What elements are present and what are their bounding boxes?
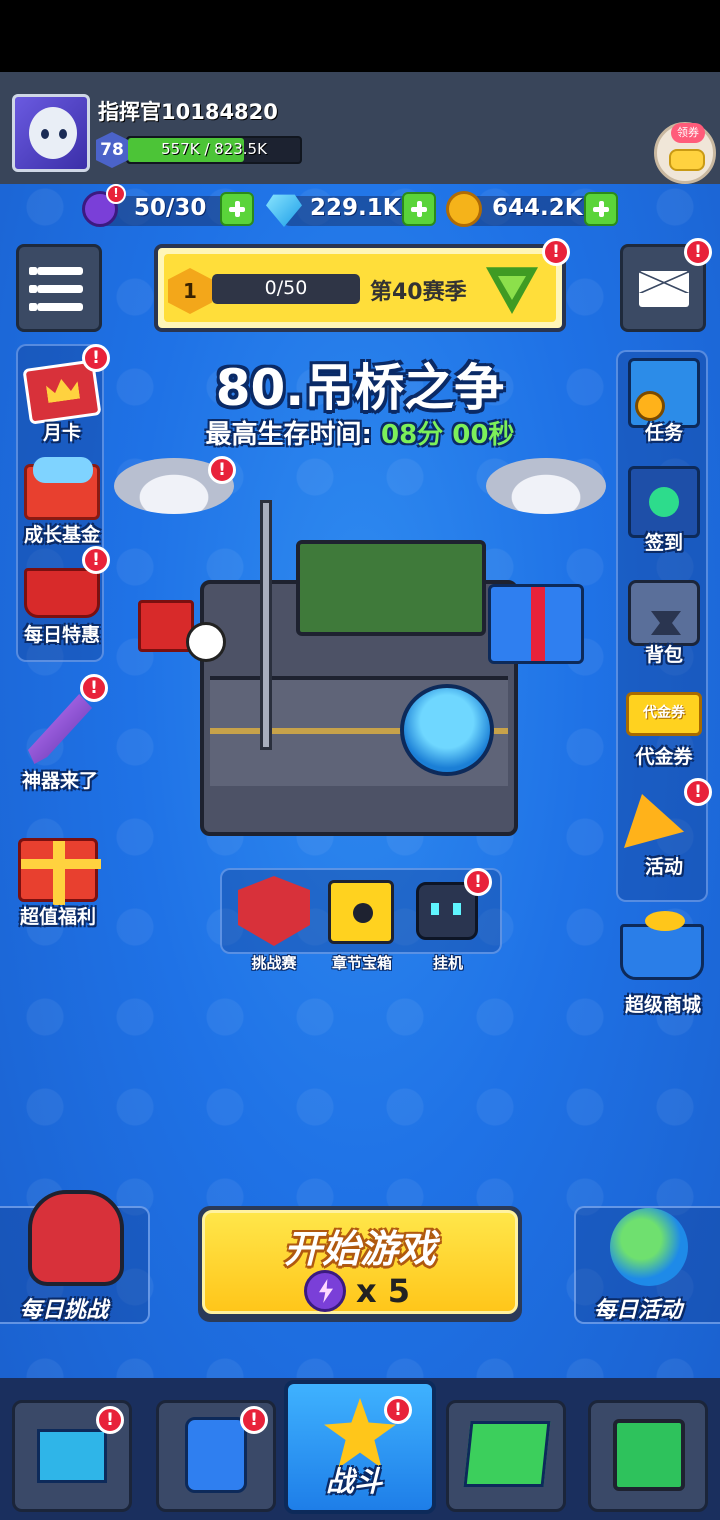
nav-upgrade-tab[interactable] <box>588 1400 708 1512</box>
super-benefit-button[interactable]: 超值福利 <box>8 822 108 932</box>
energy-cost-icon <box>304 1270 346 1312</box>
artifact-sword-icon <box>28 694 92 764</box>
voucher-icon-text: 代金券 <box>643 705 685 721</box>
status-bar <box>0 0 720 72</box>
quest-button[interactable]: 任务 <box>614 354 714 450</box>
voucher-icon: 代金券 <box>626 692 702 736</box>
coupon-button[interactable]: 领券 <box>654 122 716 184</box>
main-menu-button[interactable] <box>16 244 102 332</box>
coins-value: 644.2K <box>492 195 583 221</box>
nav-shop-alert-badge: ! <box>96 1406 124 1434</box>
nav-map-tab[interactable] <box>446 1400 566 1512</box>
storefront-icon <box>37 1429 107 1483</box>
nav-battle-label: 战斗 <box>326 1465 383 1498</box>
start-game-cost: x 5 <box>356 1272 411 1310</box>
season-progress-text: 0/50 <box>264 277 308 299</box>
daily-deal-alert-badge: ! <box>82 546 110 574</box>
map-icon <box>463 1421 551 1487</box>
month-card-label: 月卡 <box>42 422 81 444</box>
energy-value: 50/30 <box>134 195 207 221</box>
backpack-icon <box>628 580 700 646</box>
survival-label: 最高生存时间: <box>205 420 372 450</box>
voucher-button[interactable]: 代金券 代金券 <box>614 688 714 784</box>
challenge-mode-label: 挑战赛 <box>251 954 297 972</box>
season-progress-bar: 0/50 <box>212 274 360 304</box>
growth-fund-label: 成长基金 <box>23 524 100 546</box>
upgrade-chip-icon <box>613 1419 685 1491</box>
player-bar <box>0 72 720 184</box>
activity-alert-badge: ! <box>684 778 712 806</box>
shopping-cart-icon <box>620 911 704 980</box>
idle-alert-badge: ! <box>464 868 492 896</box>
season-label: 第40赛季 <box>370 280 467 305</box>
backpack-button[interactable]: 背包 <box>614 576 714 672</box>
diamonds-value: 229.1K <box>310 195 401 221</box>
player-avatar[interactable] <box>12 94 90 172</box>
gold-coin-icon <box>446 191 482 227</box>
daily-challenge-label: 每日挑战 <box>20 1298 109 1323</box>
add-diamonds-button[interactable] <box>402 192 436 226</box>
envelope-icon <box>639 271 689 307</box>
month-card-alert-badge: ! <box>82 344 110 372</box>
boxing-glove-icon <box>28 1190 124 1286</box>
survival-value: 08分 00秒 <box>381 420 515 450</box>
season-alert-badge: ! <box>542 238 570 266</box>
chapter-chest-icon <box>328 880 394 944</box>
growth-fund-button[interactable]: 成长基金 <box>12 452 112 548</box>
start-game-label: 开始游戏 <box>283 1227 436 1271</box>
voucher-label: 代金券 <box>635 746 693 768</box>
planet-icon <box>610 1208 688 1286</box>
player-name: 指挥官10184820 <box>98 100 278 124</box>
xp-text: 557K / 823.5K <box>161 140 267 158</box>
quest-label: 任务 <box>644 422 683 444</box>
activity-label: 活动 <box>644 856 683 878</box>
checkin-button[interactable]: 签到 <box>614 462 714 558</box>
checkin-label: 签到 <box>644 532 683 554</box>
ufo-right-icon <box>486 458 606 514</box>
artifact-label: 神器来了 <box>21 770 98 792</box>
armor-icon <box>185 1417 247 1493</box>
daily-activity-label: 每日活动 <box>594 1298 683 1323</box>
daily-deal-label: 每日特惠 <box>23 624 100 646</box>
idle-label: 挂机 <box>432 954 463 972</box>
energy-alert-badge: ! <box>106 184 126 204</box>
growth-fund-icon <box>24 457 100 520</box>
chapter-chest-label: 章节宝箱 <box>331 954 392 972</box>
add-coins-button[interactable] <box>584 192 618 226</box>
nav-equipment-alert-badge: ! <box>240 1406 268 1434</box>
big-gift-icon <box>488 584 584 664</box>
xp-bar: 557K / 823.5K <box>126 136 302 164</box>
game-screen: 指挥官10184820 557K / 823.5K 78 领券 ! 50/30 … <box>0 0 720 1520</box>
daily-deal-basket-icon <box>24 568 100 618</box>
super-mall-label: 超级商城 <box>624 994 701 1016</box>
party-popper-icon <box>624 794 684 848</box>
super-benefit-label: 超值福利 <box>19 906 96 928</box>
artifact-alert-badge: ! <box>80 674 108 702</box>
ufo-alert-badge: ! <box>208 456 236 484</box>
coupon-tag: 领券 <box>671 123 705 143</box>
backpack-label: 背包 <box>644 644 683 666</box>
soccer-ball-icon <box>186 622 226 662</box>
gamepad-icon <box>669 149 705 171</box>
level-preview-art[interactable] <box>200 500 518 836</box>
super-mall-button[interactable]: 超级商城 <box>614 906 714 1016</box>
add-energy-button[interactable] <box>220 192 254 226</box>
mail-alert-badge: ! <box>684 238 712 266</box>
gift-box-icon <box>18 838 101 905</box>
monster-character <box>400 684 494 776</box>
nav-battle-alert-badge: ! <box>384 1396 412 1424</box>
